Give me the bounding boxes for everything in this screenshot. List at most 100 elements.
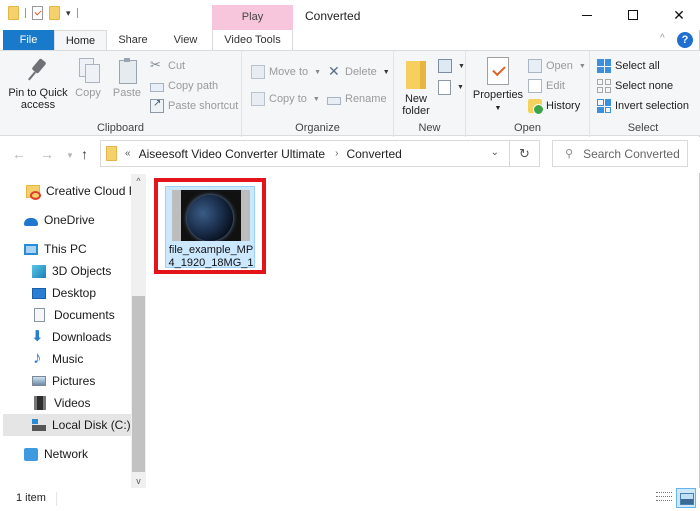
nav-item-onedrive[interactable]: OneDrive	[0, 209, 132, 231]
ribbon: Pin to Quick access Copy Paste Cut Copy …	[0, 50, 700, 137]
paste-icon	[116, 57, 138, 84]
new-folder-label: New folder	[402, 93, 430, 117]
recent-locations-button[interactable]: ▼	[66, 151, 74, 160]
nav-item-3d-objects[interactable]: 3D Objects	[0, 260, 132, 282]
arrow-left-icon: ←	[12, 146, 26, 162]
new-folder-icon[interactable]	[49, 6, 60, 20]
minimize-icon	[582, 14, 592, 16]
nav-item-label: This PC	[44, 242, 87, 256]
nav-item-downloads[interactable]: Downloads	[0, 326, 132, 348]
delete-button[interactable]: Delete ▼	[327, 63, 390, 81]
maximize-button[interactable]	[610, 0, 656, 30]
customize-toolbar-dropdown-icon[interactable]: ▾	[66, 8, 71, 18]
delete-icon	[327, 63, 341, 80]
copy-label: Copy	[75, 87, 101, 99]
select-all-button[interactable]: Select all	[597, 57, 660, 75]
copy-to-button[interactable]: Copy to ▼	[251, 90, 320, 108]
cut-button[interactable]: Cut	[150, 57, 185, 75]
dropdown-caret-icon: ▼	[494, 105, 502, 112]
edit-icon	[528, 79, 542, 93]
paste-shortcut-button[interactable]: Paste shortcut	[150, 97, 238, 115]
nav-item-this-pc[interactable]: This PC	[0, 238, 132, 260]
organize-group-label: Organize	[295, 122, 340, 134]
nav-item-music[interactable]: Music	[0, 348, 132, 370]
tab-share[interactable]: Share	[110, 30, 156, 50]
up-button[interactable]: ↑	[81, 146, 88, 162]
new-item-button[interactable]: ▼	[438, 57, 465, 75]
nav-item-pictures[interactable]: Pictures	[0, 370, 132, 392]
copy-path-icon	[150, 82, 164, 92]
navigation-pane-scrollbar[interactable]: ^ v	[131, 174, 146, 488]
nav-item-label: Music	[52, 352, 84, 366]
forward-button[interactable]: →	[40, 146, 54, 162]
downloads-icon	[31, 327, 46, 345]
search-input[interactable]	[583, 146, 684, 161]
scroll-down-icon[interactable]: v	[131, 474, 146, 488]
rename-button[interactable]: Rename	[327, 90, 387, 108]
folder-icon[interactable]	[8, 6, 19, 20]
clipboard-group: Pin to Quick access Copy Paste Cut Copy …	[0, 51, 242, 137]
breadcrumb-aiseesoft[interactable]: Aiseesoft Video Converter Ultimate	[139, 147, 326, 161]
properties-icon[interactable]	[32, 6, 43, 20]
open-group: Properties ▼ Open ▼ Edit History Open	[466, 51, 590, 137]
invert-selection-label: Invert selection	[615, 100, 689, 112]
quick-access-toolbar: ▾	[8, 6, 78, 20]
move-to-icon	[251, 65, 265, 79]
paste-button[interactable]: Paste	[110, 57, 144, 99]
history-button[interactable]: History	[528, 97, 580, 115]
help-icon[interactable]: ?	[677, 32, 693, 48]
scrollbar-thumb[interactable]	[132, 296, 145, 472]
properties-label: Properties	[472, 89, 524, 101]
breadcrumb-separator-icon[interactable]: ›	[335, 148, 338, 159]
network-icon	[24, 447, 38, 461]
address-bar[interactable]: « Aiseesoft Video Converter Ultimate › C…	[100, 140, 510, 167]
invert-selection-button[interactable]: Invert selection	[597, 97, 689, 115]
nav-item-creative-cloud-files[interactable]: Creative Cloud Files	[0, 180, 132, 202]
search-icon: ⚲	[565, 148, 574, 160]
tab-file[interactable]: File	[3, 30, 54, 50]
tab-view[interactable]: View	[163, 30, 208, 50]
large-icons-view-icon[interactable]	[676, 488, 696, 508]
history-label: History	[546, 100, 581, 112]
scroll-up-icon[interactable]: ^	[131, 174, 146, 188]
breadcrumb-converted[interactable]: Converted	[346, 147, 401, 161]
search-box[interactable]: ⚲	[552, 140, 688, 167]
tab-video-tools[interactable]: Video Tools	[212, 30, 293, 50]
tab-home[interactable]: Home	[54, 30, 107, 50]
dropdown-caret-icon: ▼	[312, 95, 320, 103]
collapse-ribbon-icon[interactable]: ^	[660, 33, 665, 44]
nav-item-local-disk[interactable]: Local Disk (C:)	[3, 414, 132, 436]
nav-item-documents[interactable]: Documents	[0, 304, 132, 326]
nav-item-label: Pictures	[52, 374, 96, 388]
file-explorer-window: ▾ Play Converted ✕ File Home Share View …	[0, 0, 700, 511]
paste-shortcut-label: Paste shortcut	[168, 100, 239, 112]
open-button[interactable]: Open ▼	[528, 57, 586, 75]
address-history-dropdown-icon[interactable]: ⌄	[491, 147, 499, 158]
refresh-button[interactable]: ↻	[510, 140, 540, 167]
select-none-button[interactable]: Select none	[597, 77, 673, 95]
easy-access-button[interactable]: ▼	[438, 78, 464, 96]
easy-access-icon	[438, 79, 451, 95]
back-button[interactable]: ←	[12, 146, 26, 162]
dropdown-caret-icon: ▼	[458, 62, 465, 70]
maximize-icon	[628, 10, 638, 20]
details-view-icon[interactable]	[656, 490, 672, 506]
move-to-button[interactable]: Move to ▼	[251, 63, 321, 81]
divider	[76, 8, 78, 18]
file-item[interactable]: file_example_MP4_1920_18MG_1	[165, 186, 255, 269]
pin-to-quick-access-button[interactable]: Pin to Quick access	[6, 57, 70, 111]
3d-objects-icon	[32, 264, 46, 278]
nav-item-desktop[interactable]: Desktop	[0, 282, 132, 304]
copy-button[interactable]: Copy	[72, 57, 104, 99]
minimize-button[interactable]	[564, 0, 610, 30]
copy-path-button[interactable]: Copy path	[150, 77, 218, 95]
nav-item-videos[interactable]: Videos	[0, 392, 132, 414]
edit-button[interactable]: Edit	[528, 77, 565, 95]
close-button[interactable]: ✕	[656, 0, 700, 30]
properties-button[interactable]: Properties ▼	[472, 57, 524, 115]
breadcrumb-overflow[interactable]: «	[125, 148, 131, 159]
earth-image	[187, 195, 233, 241]
new-folder-button[interactable]: New folder	[398, 61, 434, 117]
ribbon-tabs: File Home Share View Video Tools ^ ?	[0, 30, 700, 50]
nav-item-network[interactable]: Network	[0, 443, 132, 465]
